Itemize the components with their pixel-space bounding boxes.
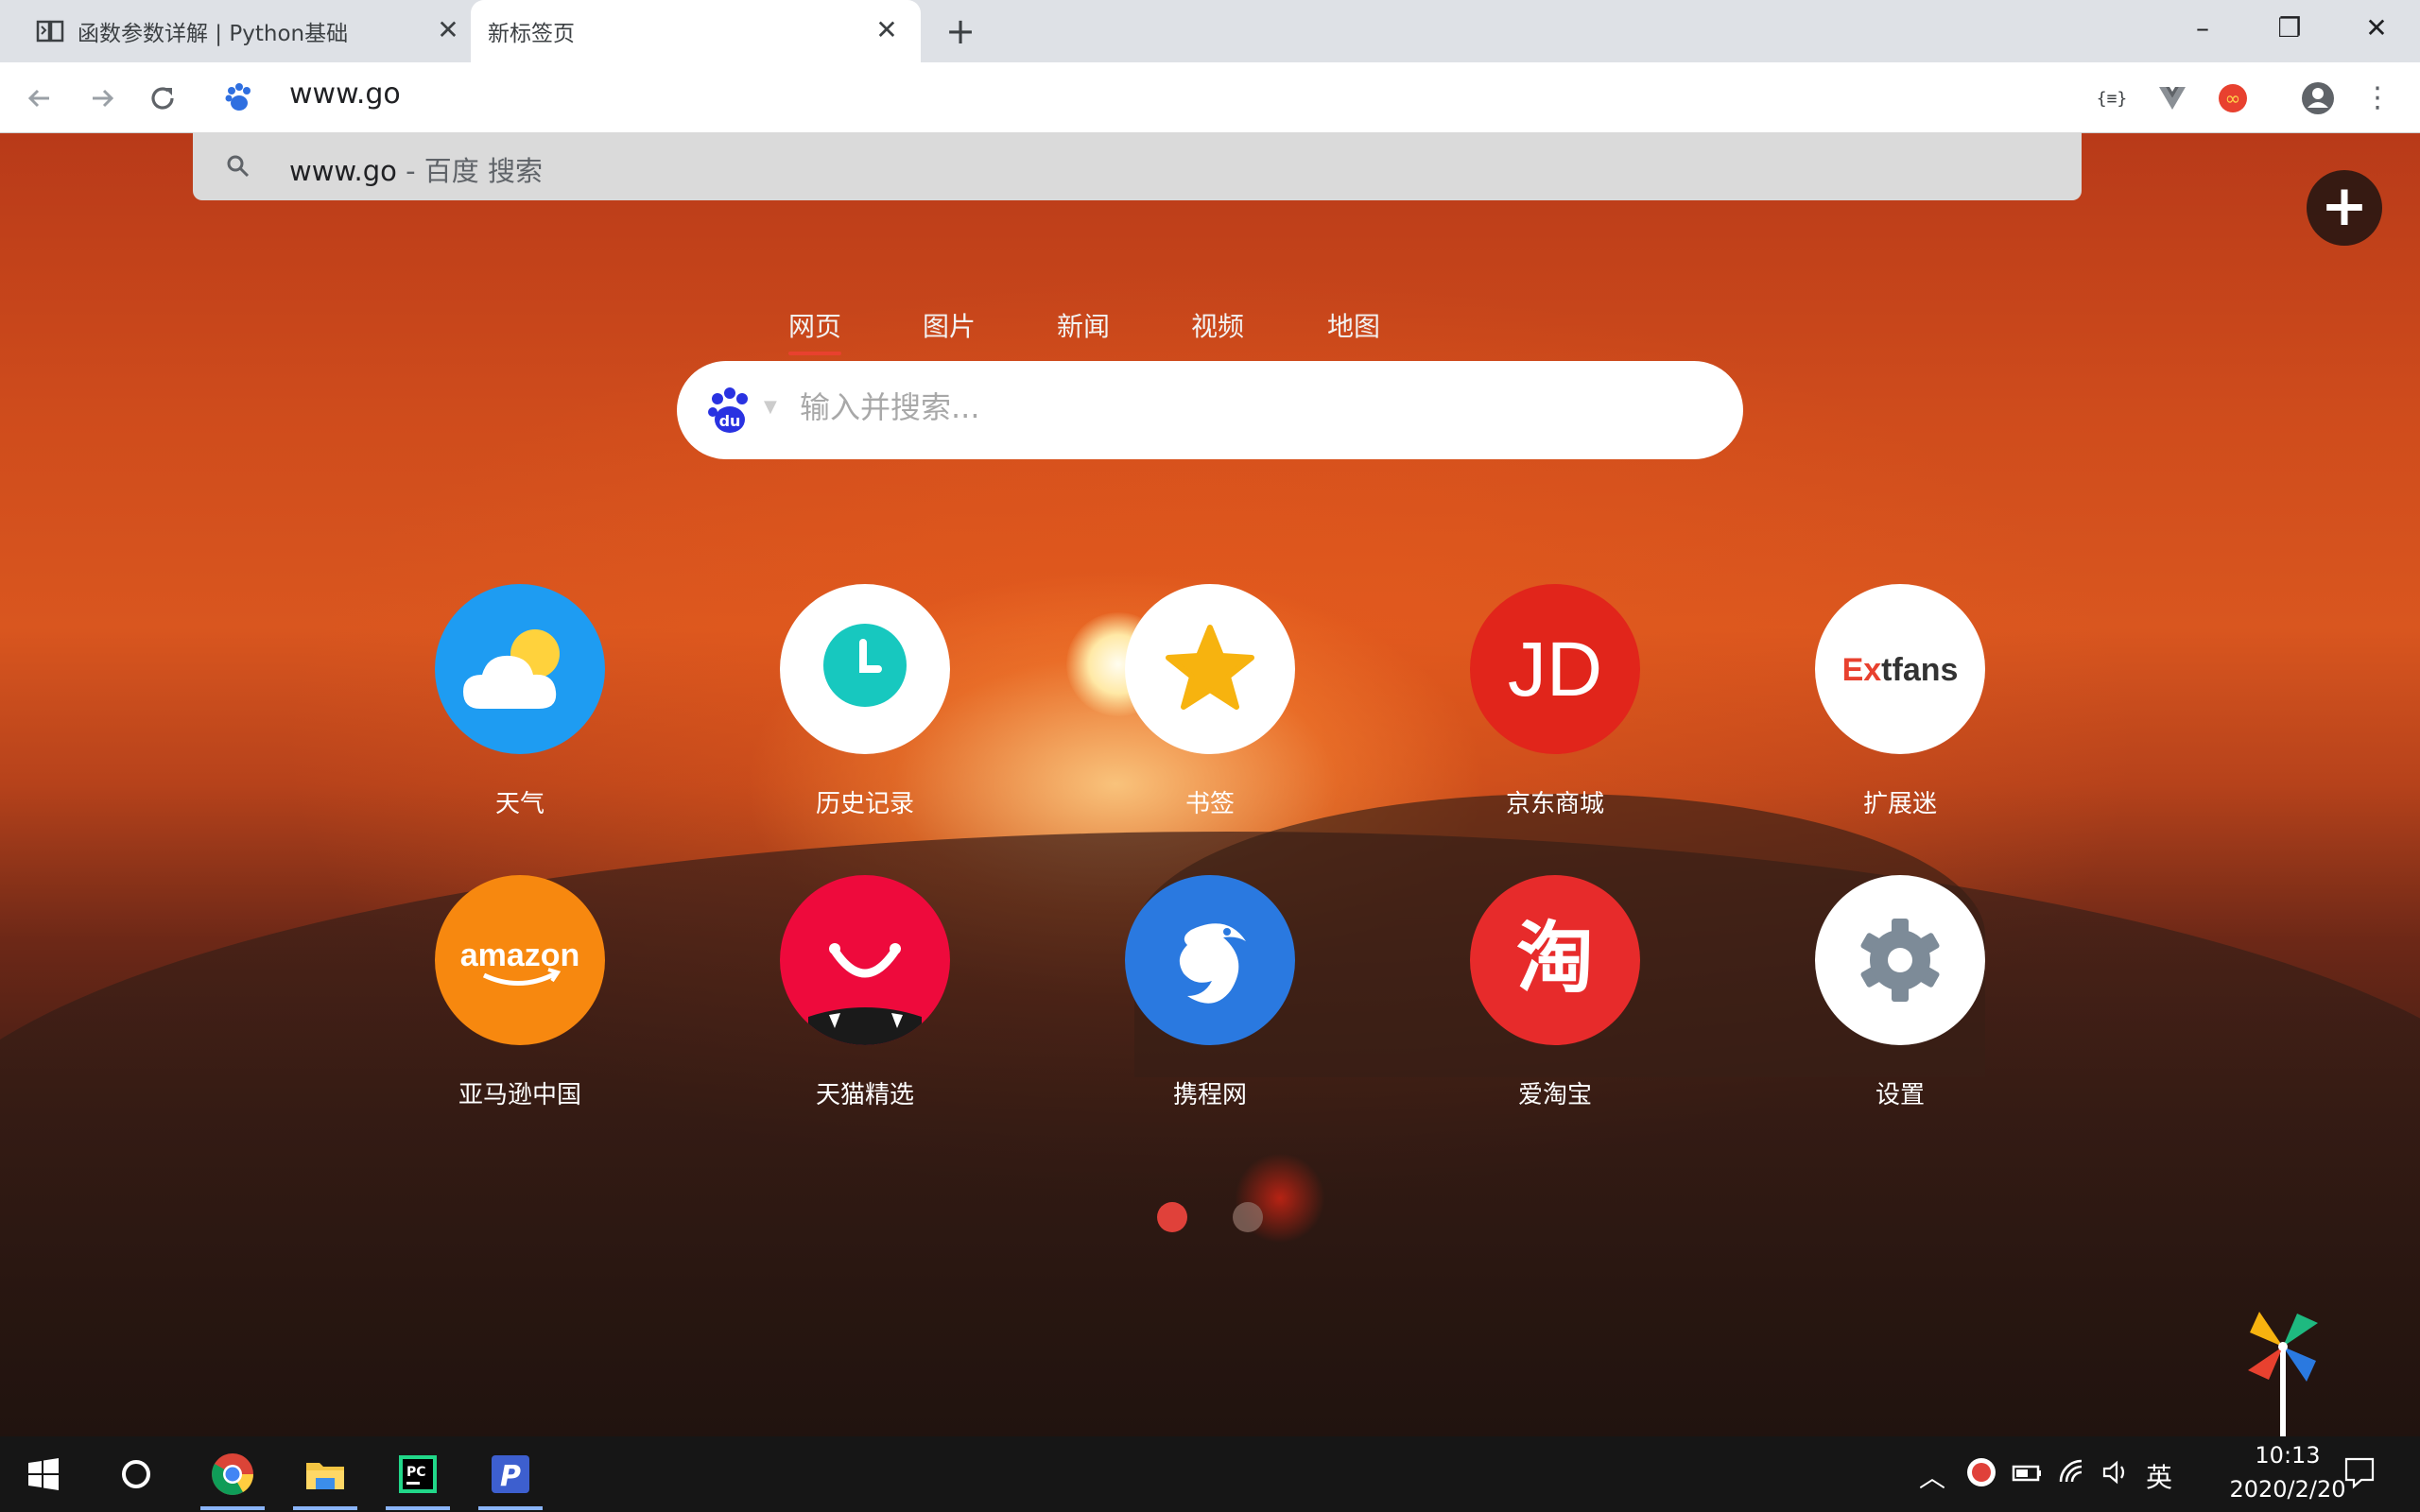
tab-title: 函数参数详解 | Python基础 bbox=[78, 22, 349, 46]
json-formatter-icon[interactable]: {≡} bbox=[2093, 79, 2131, 117]
tab-python-functions[interactable]: 函数参数详解 | Python基础 ✕ bbox=[19, 0, 463, 62]
vue-devtools-icon[interactable] bbox=[2153, 79, 2191, 117]
svg-text:du: du bbox=[719, 412, 741, 430]
tile-label: 亚马逊中国 bbox=[458, 1081, 581, 1109]
baidu-logo-icon[interactable]: du bbox=[703, 384, 756, 437]
file-explorer-icon[interactable] bbox=[293, 1446, 357, 1510]
search-input[interactable] bbox=[800, 389, 1651, 425]
svg-text:{≡}: {≡} bbox=[2097, 89, 2128, 109]
tile-amazon[interactable]: amazon 亚马逊中国 bbox=[406, 875, 633, 1121]
close-window-button[interactable]: ✕ bbox=[2348, 9, 2405, 47]
page-dot-active[interactable] bbox=[1157, 1202, 1187, 1232]
volume-icon[interactable] bbox=[2099, 1455, 2133, 1496]
weather-icon bbox=[435, 584, 605, 754]
suggestion-description: - 百度 搜索 bbox=[396, 155, 543, 187]
tile-bookmarks[interactable]: 书签 bbox=[1097, 584, 1323, 830]
close-tab-icon[interactable]: ✕ bbox=[872, 15, 902, 45]
amazon-logo-text: amazon bbox=[460, 937, 580, 973]
tmall-icon bbox=[780, 875, 950, 1045]
suggestion-text: www.go - 百度 搜索 bbox=[289, 149, 543, 189]
tile-ctrip[interactable]: 携程网 bbox=[1097, 875, 1323, 1121]
tile-history[interactable]: 历史记录 bbox=[752, 584, 978, 830]
tile-label: 设置 bbox=[1875, 1081, 1925, 1109]
tile-tmall[interactable]: 天猫精选 bbox=[752, 875, 978, 1121]
search-tab-video[interactable]: 视频 bbox=[1191, 306, 1244, 344]
new-tab-button[interactable]: + bbox=[942, 13, 979, 51]
reload-icon[interactable] bbox=[144, 79, 182, 117]
tile-label: 书签 bbox=[1184, 790, 1235, 818]
search-tab-web[interactable]: 网页 bbox=[788, 306, 842, 355]
cortana-icon[interactable] bbox=[108, 1446, 164, 1503]
battery-icon[interactable] bbox=[2008, 1455, 2046, 1496]
engine-dropdown-icon[interactable]: ▼ bbox=[764, 397, 777, 417]
minimize-button[interactable]: – bbox=[2174, 9, 2231, 47]
back-arrow-icon[interactable] bbox=[21, 79, 59, 117]
tile-extfans[interactable]: Extfans 扩展迷 bbox=[1787, 584, 2014, 830]
tile-label: 历史记录 bbox=[815, 790, 914, 818]
tile-label: 天猫精选 bbox=[815, 1081, 914, 1109]
ctrip-dolphin-icon bbox=[1125, 875, 1295, 1045]
taobao-logo-text: 淘 bbox=[1516, 914, 1594, 1004]
svg-text:P: P bbox=[500, 1460, 521, 1493]
amazon-logo: amazon bbox=[435, 875, 605, 1045]
extfans-logo-red: Ex bbox=[1842, 652, 1882, 688]
jd-logo-text: JD bbox=[1508, 627, 1602, 713]
notification-icon[interactable] bbox=[2341, 1453, 2378, 1498]
search-box[interactable]: du ▼ bbox=[677, 361, 1743, 459]
page-dot[interactable] bbox=[1233, 1202, 1263, 1232]
taobao-logo: 淘 bbox=[1470, 875, 1640, 1045]
tab-new-tab[interactable]: 新标签页 ✕ bbox=[471, 0, 921, 62]
search-icon bbox=[223, 151, 253, 181]
search-tab-map[interactable]: 地图 bbox=[1327, 306, 1380, 344]
extfans-logo-dark: tfans bbox=[1881, 652, 1958, 688]
tile-settings[interactable]: 设置 bbox=[1787, 875, 2014, 1121]
baidu-paw-icon bbox=[223, 81, 255, 113]
profile-icon[interactable] bbox=[2299, 79, 2337, 117]
gear-icon bbox=[1815, 875, 1985, 1045]
address-bar[interactable] bbox=[193, 62, 2082, 132]
omnibox-suggestion[interactable]: www.go - 百度 搜索 bbox=[193, 132, 2082, 200]
search-category-tabs: 网页 图片 新闻 视频 地图 bbox=[0, 301, 2420, 355]
clock-icon bbox=[780, 584, 950, 754]
tile-label: 京东商城 bbox=[1505, 790, 1604, 818]
tile-label: 天气 bbox=[494, 790, 544, 818]
menu-icon[interactable]: ⋮ bbox=[2363, 77, 2392, 119]
infinity-icon[interactable]: ∞ bbox=[2214, 79, 2252, 117]
star-icon bbox=[1125, 584, 1295, 754]
tile-taobao[interactable]: 淘 爱淘宝 bbox=[1442, 875, 1668, 1121]
svg-text:Extfans: Extfans bbox=[1842, 652, 1959, 688]
pycharm-icon[interactable]: PC bbox=[386, 1446, 450, 1510]
suggestion-query: www.go bbox=[289, 155, 397, 187]
search-tab-images[interactable]: 图片 bbox=[923, 306, 976, 344]
chrome-icon[interactable] bbox=[200, 1446, 265, 1510]
address-input[interactable] bbox=[289, 77, 951, 111]
svg-text:∞: ∞ bbox=[2225, 87, 2241, 110]
book-icon bbox=[36, 17, 64, 45]
p-app-icon[interactable]: P bbox=[478, 1446, 543, 1510]
ime-indicator[interactable]: 英 bbox=[2146, 1457, 2172, 1495]
chevron-up-icon[interactable]: ︿ bbox=[1919, 1457, 1945, 1495]
record-icon[interactable] bbox=[1964, 1455, 1998, 1496]
close-tab-icon[interactable]: ✕ bbox=[433, 15, 463, 45]
wifi-icon[interactable] bbox=[2055, 1455, 2089, 1496]
forward-arrow-icon[interactable] bbox=[83, 79, 121, 117]
tab-strip: 函数参数详解 | Python基础 ✕ 新标签页 ✕ + – ❐ ✕ bbox=[0, 0, 2420, 62]
pinwheel-icon[interactable] bbox=[2240, 1304, 2325, 1436]
tile-jd[interactable]: JD 京东商城 bbox=[1442, 584, 1668, 830]
tile-label: 爱淘宝 bbox=[1517, 1081, 1592, 1109]
tab-title: 新标签页 bbox=[488, 22, 575, 46]
add-shortcut-button[interactable]: + bbox=[2307, 170, 2382, 246]
extfans-logo: Extfans bbox=[1815, 584, 1985, 754]
tile-label: 携程网 bbox=[1172, 1081, 1247, 1109]
windows-taskbar: PC P ︿ 英 10:13 2020/2/20 bbox=[0, 1436, 2420, 1512]
windows-start-icon[interactable] bbox=[15, 1446, 72, 1503]
tile-weather[interactable]: 天气 bbox=[406, 584, 633, 830]
svg-text:PC: PC bbox=[406, 1465, 426, 1480]
search-tab-news[interactable]: 新闻 bbox=[1057, 306, 1110, 344]
restore-button[interactable]: ❐ bbox=[2261, 9, 2318, 47]
jd-logo: JD bbox=[1470, 584, 1640, 754]
page-indicator bbox=[1157, 1202, 1270, 1232]
tile-label: 扩展迷 bbox=[1862, 790, 1937, 818]
